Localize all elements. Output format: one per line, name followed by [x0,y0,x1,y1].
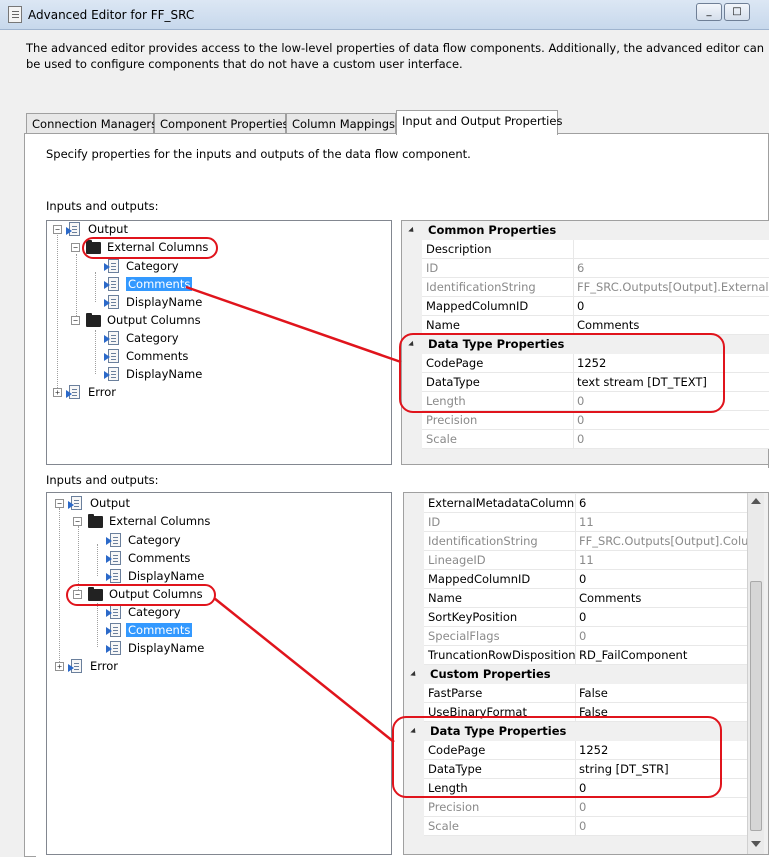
annotation-arrows [185,285,402,743]
tab-input-output-properties[interactable]: Input and Output Properties [396,110,562,135]
annotation-arrow-bottom [213,597,395,743]
annotation-arrow-top [185,285,402,364]
